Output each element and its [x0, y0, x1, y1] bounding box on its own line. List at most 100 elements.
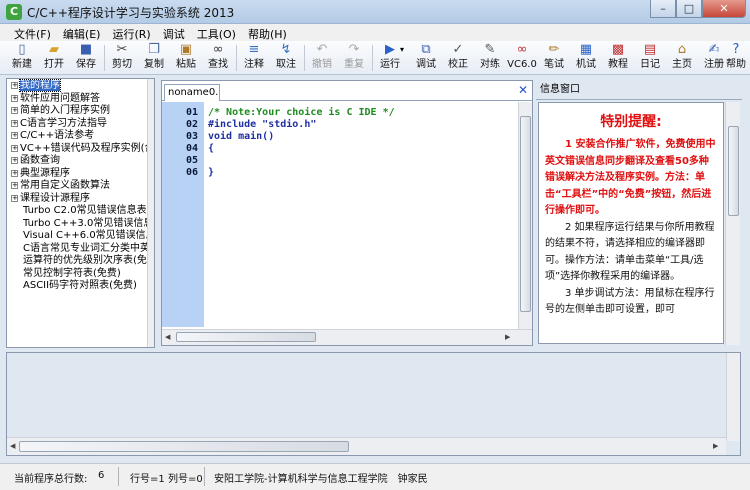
help-icon: ?: [732, 42, 740, 57]
menu-run[interactable]: 运行(R): [106, 24, 156, 41]
resource-tree: + 我的程序 + 软件应用问题解答 + 简单的入门程序实例 + C语言学习方法指导 + C…: [6, 78, 155, 348]
line-number: 01: [185, 107, 198, 118]
new-button[interactable]: ▯ 新建: [6, 42, 38, 74]
editor-scroll-thumb[interactable]: [520, 116, 531, 312]
book-icon: ▩: [611, 42, 625, 57]
code-line: }: [208, 167, 215, 178]
tree-item-my-programs[interactable]: + 我的程序: [7, 79, 147, 93]
compare-button[interactable]: ✎ 对练: [474, 42, 506, 74]
redo-button[interactable]: ↷ 重复: [338, 42, 370, 74]
diary-button[interactable]: ▤ 日记: [634, 42, 666, 74]
expand-icon[interactable]: +: [11, 132, 18, 139]
menu-edit[interactable]: 编辑(E): [57, 24, 107, 41]
tree-item[interactable]: + 课程设计源程序: [7, 193, 147, 206]
tree-item[interactable]: + 常用自定义函数算法: [7, 180, 147, 193]
scroll-right-icon[interactable]: ▶: [713, 442, 718, 450]
home-button[interactable]: ⌂ 主页: [666, 42, 698, 74]
tree-item[interactable]: + 简单的入门程序实例: [7, 105, 147, 118]
run-dropdown-button[interactable]: ▾: [395, 42, 409, 74]
copy-button[interactable]: ❐ 复制: [138, 42, 170, 74]
expand-icon[interactable]: +: [11, 119, 18, 127]
expand-icon[interactable]: +: [11, 82, 18, 89]
app-icon: C: [6, 4, 22, 20]
notes-button[interactable]: ✏ 笔试: [538, 42, 570, 74]
toolbar: ▯ 新建 ▰ 打开 ■ 保存 ✂ 剪切 ❐ 复制 ▣ 粘贴 ∞ 查找 ≡ 注释 ↯ 取注 ↶ 撤销 …: [0, 41, 750, 75]
expand-icon[interactable]: +: [11, 182, 18, 189]
tree-item[interactable]: + C语言学习方法指导: [7, 118, 147, 131]
tree-doc-item[interactable]: 常见控制字符表(免费): [7, 268, 147, 281]
undo-button[interactable]: ↶ 撤销: [306, 42, 338, 74]
status-author: 安阳工学院-计算机科学与信息工程学院 钟家民: [214, 474, 428, 485]
expand-icon[interactable]: +: [11, 94, 18, 102]
status-lines-value: 6: [98, 470, 105, 481]
vc6-button[interactable]: ∞ VC6.0: [506, 42, 538, 74]
output-hscroll-thumb[interactable]: [19, 441, 349, 452]
machine-test-button[interactable]: ▦ 机试: [570, 42, 602, 74]
output-vertical-scrollbar[interactable]: [726, 353, 740, 441]
tree-item[interactable]: + VC++错误代码及程序实例(合: [7, 143, 154, 156]
tutorial-button[interactable]: ▩ 教程: [602, 42, 634, 74]
open-folder-icon: ▰: [49, 42, 59, 57]
tree-doc-item[interactable]: C语言常见专业词汇分类中英: [7, 243, 150, 256]
scroll-left-icon[interactable]: ◀: [10, 442, 15, 450]
window-title: C/C++程序设计学习与实验系统 2013: [27, 6, 235, 20]
editor-hscroll-thumb[interactable]: [176, 332, 316, 342]
help-button[interactable]: ? 帮助: [722, 42, 750, 74]
tab-file[interactable]: noname0.c: [164, 84, 220, 101]
expand-icon[interactable]: +: [11, 169, 18, 177]
paste-button[interactable]: ▣ 粘贴: [170, 42, 202, 74]
expand-icon[interactable]: +: [11, 157, 18, 164]
code-editor: noname0.c ✕ 01 02 03 04 05 06 /* Note:Yo…: [161, 80, 533, 346]
tree-item[interactable]: + 软件应用问题解答: [7, 93, 147, 106]
check-button[interactable]: ✓ 校正: [442, 42, 474, 74]
expand-icon[interactable]: +: [11, 144, 18, 152]
toolbar-separator: [372, 45, 373, 71]
tree-item[interactable]: + 典型源程序: [7, 168, 147, 181]
expand-icon[interactable]: +: [11, 194, 18, 202]
line-number-gutter[interactable]: 01 02 03 04 05 06: [162, 102, 204, 327]
menu-tools[interactable]: 工具(O): [191, 24, 242, 41]
code-line: /* Note:Your choice is C IDE */: [208, 107, 395, 118]
tree-vertical-scrollbar[interactable]: [147, 79, 154, 347]
maximize-button[interactable]: □: [676, 0, 702, 18]
info-vertical-scrollbar[interactable]: [725, 102, 740, 345]
tree-doc-item[interactable]: Turbo C2.0常见错误信息表: [7, 205, 147, 218]
menu-debug[interactable]: 调试: [157, 24, 191, 41]
tree-item[interactable]: + 函数查询: [7, 155, 147, 168]
toolbar-separator: [236, 45, 237, 71]
editor-tab-strip: noname0.c ✕: [162, 81, 532, 101]
save-button[interactable]: ■ 保存: [70, 42, 102, 74]
comment-button[interactable]: ≡ 注释: [238, 42, 270, 74]
tree-doc-item[interactable]: 运算符的优先级别次序表(免: [7, 255, 147, 268]
output-panel[interactable]: ◀ ▶: [6, 352, 741, 456]
scroll-left-icon[interactable]: ◀: [165, 333, 170, 341]
find-button[interactable]: ∞ 查找: [202, 42, 234, 74]
tree-doc-item[interactable]: ASCII码字符对照表(免费): [7, 280, 147, 293]
minimize-button[interactable]: –: [650, 0, 676, 18]
line-number: 04: [185, 143, 198, 154]
tree-doc-item[interactable]: Visual C++6.0常见错误信息: [7, 230, 154, 243]
editor-horizontal-scrollbar[interactable]: ◀ ▶: [162, 329, 532, 345]
menu-help[interactable]: 帮助(H): [242, 24, 293, 41]
menu-file[interactable]: 文件(F): [8, 24, 57, 41]
computer-icon: ▦: [579, 42, 593, 57]
scroll-right-icon[interactable]: ▶: [505, 333, 510, 341]
uncomment-button[interactable]: ↯ 取注: [270, 42, 302, 74]
code-area[interactable]: /* Note:Your choice is C IDE */ #include…: [208, 102, 516, 179]
pencil-icon: ✏: [548, 42, 560, 57]
cut-button[interactable]: ✂ 剪切: [106, 42, 138, 74]
output-horizontal-scrollbar[interactable]: ◀ ▶: [7, 437, 726, 455]
tree-doc-item[interactable]: Turbo C++3.0常见错误信息: [7, 218, 153, 231]
close-tab-icon[interactable]: ✕: [518, 83, 528, 97]
comment-icon: ≡: [248, 42, 260, 57]
info-scroll-thumb[interactable]: [728, 126, 739, 216]
open-button[interactable]: ▰ 打开: [38, 42, 70, 74]
tree-item[interactable]: + C/C++语法参考: [7, 130, 147, 143]
editor-vertical-scrollbar[interactable]: [518, 102, 532, 329]
debug-button[interactable]: ⧉ 调试: [410, 42, 442, 74]
close-button[interactable]: ✕: [702, 0, 746, 18]
line-number: 02: [185, 119, 198, 130]
debug-icon: ⧉: [421, 42, 431, 57]
toolbar-separator: [104, 45, 105, 71]
expand-icon[interactable]: +: [11, 107, 18, 114]
